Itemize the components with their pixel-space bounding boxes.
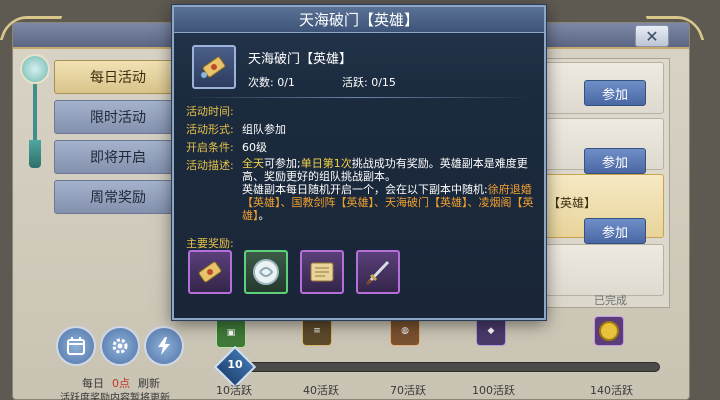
reward-slot[interactable]: [244, 250, 288, 294]
rewards-label: 主要奖励:: [186, 237, 234, 250]
reward-slot[interactable]: [356, 250, 400, 294]
activity-name: 天海破门【英雄】: [248, 52, 353, 67]
join-button[interactable]: 参加: [584, 218, 646, 244]
milestone-label: 140活跃: [590, 384, 633, 397]
desc-first-time: 单日第1次: [300, 157, 352, 170]
milestone-gem-icon[interactable]: ◆: [476, 316, 506, 346]
popup-title: 天海破门【英雄】: [174, 7, 544, 33]
milestone-coin-icon[interactable]: [594, 316, 624, 346]
desc-text: 英雄副本每日随机开启一个，会在以下副本中随机:: [242, 183, 488, 196]
sword-icon: [365, 260, 390, 286]
gear-icon: [112, 338, 128, 354]
calendar-button[interactable]: [56, 326, 96, 366]
milestone-label: 70活跃: [390, 384, 426, 397]
condition-value: 60级: [242, 141, 267, 154]
completed-label: 已完成: [594, 294, 627, 307]
join-button[interactable]: 参加: [584, 148, 646, 174]
join-button[interactable]: 参加: [584, 80, 646, 106]
lightning-icon: [158, 337, 170, 355]
activity-item-frame: [192, 45, 236, 89]
milestone-pouch-icon[interactable]: ◍: [390, 316, 420, 346]
activity-description: 全天可参加;单日第1次挑战成功有奖励。英雄副本是难度更高、奖励更好的组队挑战副本…: [242, 157, 538, 222]
jade-pendant-icon: [20, 44, 50, 168]
form-label: 活动形式:: [186, 123, 234, 136]
parchment-scroll-icon: [310, 262, 334, 282]
condition-label: 开启条件:: [186, 141, 234, 154]
activity-stat: 活跃: 0/15: [342, 76, 396, 89]
tab-limited[interactable]: 限时活动: [54, 100, 182, 134]
count-stat: 次数: 0/1: [248, 76, 295, 89]
activity-detail-popup: 天海破门【英雄】 天海破门【英雄】 次数: 0/1 活跃: 0/15 活动时间:…: [172, 5, 546, 320]
boost-button[interactable]: [144, 326, 184, 366]
calendar-icon: [67, 337, 85, 355]
popup-divider: [184, 97, 534, 98]
activity-progress-bar: [216, 362, 660, 372]
desc-text: 可参加;: [264, 157, 301, 170]
tab-daily[interactable]: 每日活动: [54, 60, 182, 94]
spirit-orb-icon: [253, 259, 279, 285]
hero-tag: 【英雄】: [548, 196, 597, 210]
settings-button[interactable]: [100, 326, 140, 366]
scroll-ticket-icon: [198, 261, 222, 283]
milestone-label: 40活跃: [303, 384, 339, 397]
desc-all-day: 全天: [242, 157, 264, 170]
progress-marker-value: 10: [227, 358, 243, 371]
time-label: 活动时间:: [186, 105, 234, 118]
milestone-scroll-icon[interactable]: ≡: [302, 316, 332, 346]
reward-slot[interactable]: [300, 250, 344, 294]
right-wing-ornament: [645, 16, 705, 40]
tab-upcoming[interactable]: 即将开启: [54, 140, 182, 174]
desc-text: 。: [258, 209, 270, 222]
milestone-label: 100活跃: [472, 384, 515, 397]
left-wing-ornament: [0, 16, 63, 40]
tab-weekly-rewards[interactable]: 周常奖励: [54, 180, 182, 214]
scroll-ticket-icon: [201, 56, 226, 78]
description-label: 活动描述:: [186, 159, 234, 172]
reward-slot[interactable]: [188, 250, 232, 294]
milestone-label: 10活跃: [216, 384, 252, 397]
form-value: 组队参加: [242, 123, 286, 136]
milestone-chest-icon[interactable]: ▣: [216, 318, 246, 348]
activity-note: 活跃度奖励内容暂将更新: [60, 393, 170, 400]
